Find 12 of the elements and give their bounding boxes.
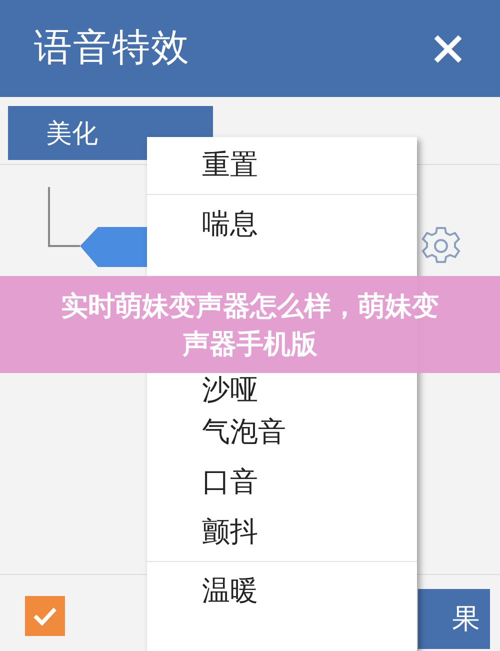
menu-item[interactable]: 口音 [147,457,417,507]
menu-item[interactable]: 气泡音 [147,407,417,457]
window-title: 语音特效 [34,26,190,71]
menu-item[interactable]: 喘息 [147,199,417,249]
check-icon [32,606,58,626]
menu-item[interactable]: 温暖 [147,566,417,616]
checkbox[interactable] [25,596,65,636]
close-icon [432,32,464,64]
menu-item[interactable]: 颤抖 [147,507,417,557]
banner-text: 实时萌妹变声器怎么样，萌妹变声器手机版 [60,290,440,360]
apply-button[interactable]: 果 [418,589,490,649]
menu-item[interactable]: 沙哑 [147,373,417,407]
